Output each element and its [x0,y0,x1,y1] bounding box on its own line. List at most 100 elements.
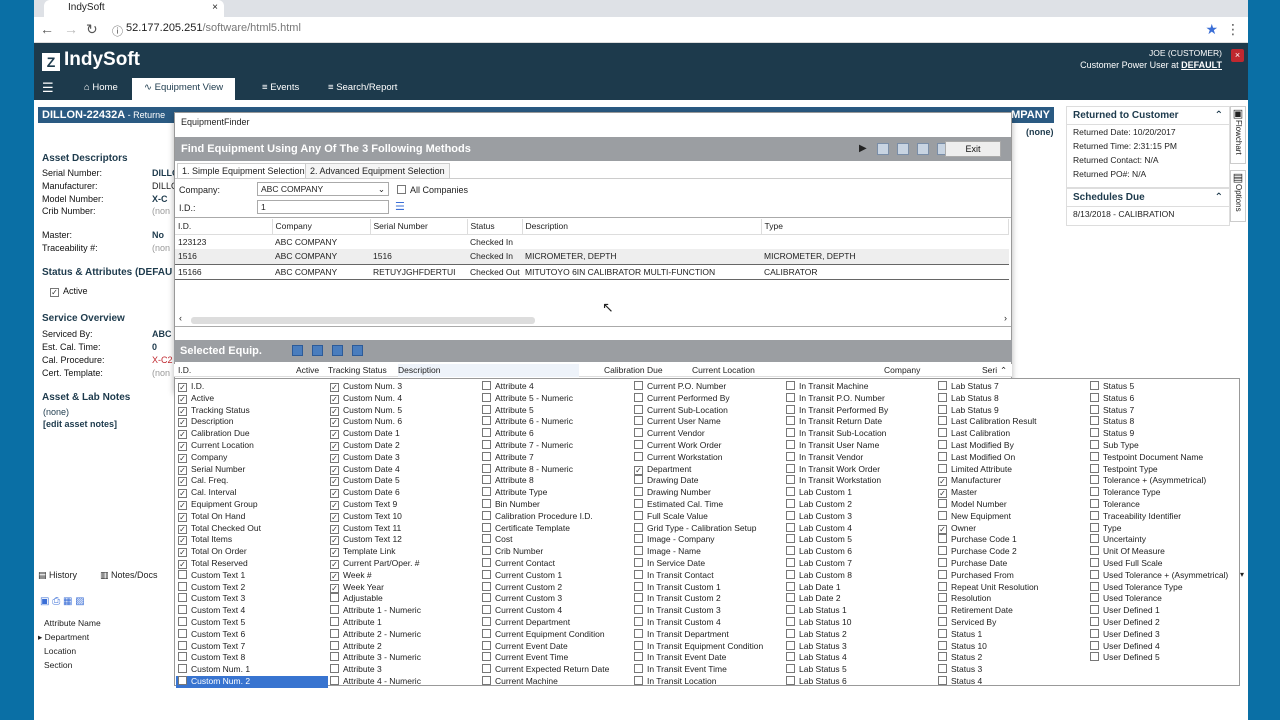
checkbox-icon[interactable] [482,404,491,414]
column-option[interactable]: Used Tolerance Type [1088,581,1240,594]
checkbox-icon[interactable] [178,652,187,662]
column-option[interactable]: Attribute 1 [328,616,480,629]
checkbox-icon[interactable] [786,652,795,662]
checkbox-icon[interactable] [178,675,187,685]
column-option[interactable]: Current Event Time [480,652,632,664]
checkbox-icon[interactable] [1090,522,1099,532]
column-option[interactable]: Custom Text 3 [176,593,328,605]
back-icon[interactable]: ← [40,21,54,37]
checkbox-icon[interactable] [634,534,643,544]
play-icon[interactable]: ▶ [859,137,867,161]
checked-checkbox-icon[interactable]: ✓ [634,465,643,475]
table-row[interactable]: 15166 ABC COMPANY RETUYJGHFDERTUI Checked O… [175,264,1009,279]
column-option[interactable]: Lab Status 6 [784,675,936,688]
column-option[interactable]: ✓ Calibration Due [176,428,328,440]
checkbox-icon[interactable] [482,569,491,579]
checked-checkbox-icon[interactable]: ✓ [178,430,187,440]
checkbox-icon[interactable] [634,557,643,567]
column-option[interactable]: Attribute 3 [328,664,480,676]
column-option[interactable]: User Defined 2 [1088,616,1240,629]
forward-icon[interactable]: → [64,21,78,37]
column-option[interactable]: Current Expected Return Date [480,664,632,676]
column-option[interactable]: Testpoint Type [1088,463,1240,476]
column-option[interactable]: Current Workstation [632,451,784,464]
checkbox-icon[interactable] [938,581,947,591]
checked-checkbox-icon[interactable]: ✓ [330,465,339,475]
column-option[interactable]: Adjustable [328,593,480,605]
column-option[interactable]: Lab Status 9 [936,404,1088,417]
column-option[interactable]: Current Vendor [632,428,784,440]
active-checkbox[interactable]: ✓ Active [48,286,88,297]
tab-advanced-selection[interactable]: 2. Advanced Equipment Selection [305,163,450,178]
checked-checkbox-icon[interactable]: ✓ [330,383,339,392]
column-option[interactable]: ✓ Custom Num. 4 [328,393,480,405]
checkbox-icon[interactable] [482,664,491,674]
checkbox-icon[interactable] [786,605,795,615]
col-id[interactable]: I.D. [175,219,273,235]
checkbox-icon[interactable] [178,569,187,579]
column-option[interactable]: ✓ I.D. [176,381,328,393]
column-option[interactable]: Current Custom 1 [480,569,632,582]
column-option[interactable]: Lab Custom 5 [784,534,936,546]
checkbox-icon[interactable] [1090,404,1099,414]
checkbox-icon[interactable] [938,534,947,544]
checkbox-icon[interactable] [482,392,491,402]
attr-row[interactable]: Location [44,646,76,656]
checkbox-icon[interactable] [938,616,947,626]
column-option[interactable]: Used Tolerance + (Asymmetrical) [1088,569,1240,582]
column-option[interactable]: In Transit Work Order [784,463,936,476]
column-option[interactable]: Limited Attribute [936,463,1088,476]
column-option[interactable]: ✓ Owner [936,523,1088,535]
checkbox-icon[interactable] [1090,416,1099,426]
notes-docs-tab[interactable]: ▥ Notes/Docs [100,570,158,581]
column-option[interactable]: Status 6 [1088,392,1240,405]
column-option[interactable]: In Transit Department [632,628,784,641]
checkbox-icon[interactable] [330,664,339,674]
checkbox-icon[interactable] [330,652,339,662]
column-option[interactable]: In Transit Custom 4 [632,616,784,629]
toolbar-icons[interactable]: ▣ ⎙ ▦ ▨ [40,596,85,607]
checked-checkbox-icon[interactable]: ✓ [330,583,339,593]
column-option[interactable]: Status 10 [936,640,1088,653]
column-option[interactable]: ✓ Serial Number [176,464,328,476]
column-option[interactable]: Bin Number [480,498,632,511]
column-option[interactable]: Drawing Date [632,475,784,487]
column-option[interactable]: ✓ Custom Date 1 [328,428,480,440]
checkbox-icon[interactable] [178,628,187,638]
nav-search-report[interactable]: ≡ Search/Report [328,79,397,100]
checkbox-icon[interactable] [634,439,643,449]
column-option[interactable]: Current P.O. Number [632,381,784,393]
checked-checkbox-icon[interactable]: ✓ [938,489,947,499]
checkbox-icon[interactable] [786,616,795,626]
column-option[interactable]: In Transit Contact [632,569,784,582]
column-option[interactable]: ✓ Tracking Status [176,405,328,417]
column-option[interactable]: Lab Status 1 [784,605,936,617]
column-option[interactable]: Drawing Number [632,487,784,499]
column-option[interactable]: Lab Date 2 [784,593,936,605]
column-option[interactable]: Attribute 3 - Numeric [328,652,480,664]
exit-button[interactable]: Exit [945,141,1001,157]
column-option[interactable]: Last Modified By [936,439,1088,452]
column-option[interactable]: ✓ Total On Hand [176,511,328,523]
checkbox-icon[interactable] [786,381,795,390]
checkbox-icon[interactable] [938,498,947,508]
checked-checkbox-icon[interactable]: ✓ [178,418,187,428]
checkbox-icon[interactable] [482,475,491,485]
excel-icon[interactable] [917,143,929,155]
checkbox-icon[interactable] [1090,451,1099,461]
checked-checkbox-icon[interactable]: ✓ [178,524,187,534]
column-option[interactable]: Tolerance Type [1088,487,1240,499]
checkbox-icon[interactable] [482,498,491,508]
checked-checkbox-icon[interactable]: ✓ [330,559,339,569]
checkbox-icon[interactable] [482,640,491,650]
checked-checkbox-icon[interactable]: ✓ [178,406,187,416]
column-option[interactable]: In Transit Event Date [632,652,784,664]
move-top-icon[interactable] [292,345,303,356]
move-up-icon[interactable] [332,345,343,356]
column-option[interactable]: ✓ Custom Date 2 [328,440,480,452]
col-status[interactable]: Status [467,219,523,235]
column-option[interactable]: Calibration Procedure I.D. [480,510,632,523]
column-option[interactable]: Status 9 [1088,428,1240,440]
checkbox-icon[interactable] [1090,428,1099,438]
checkbox-icon[interactable] [482,628,491,638]
